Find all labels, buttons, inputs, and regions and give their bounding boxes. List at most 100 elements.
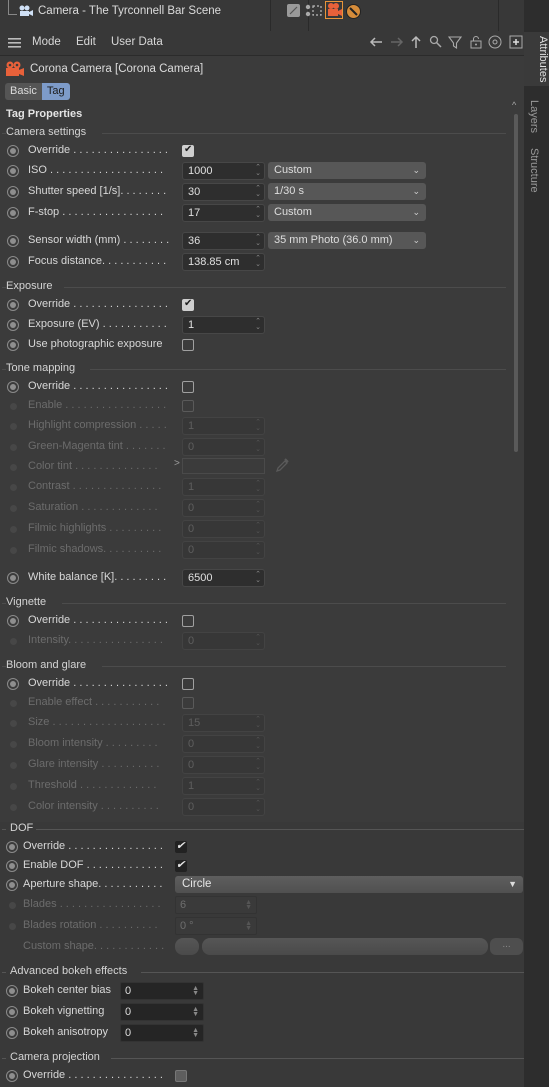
ev-input[interactable]: 1 ⌃ ⌄ — [182, 316, 265, 334]
stepper-icon[interactable]: ⌃ ⌄ — [255, 164, 261, 177]
menu-edit[interactable]: Edit — [76, 36, 96, 48]
stepper-icon[interactable]: ⌃ ⌄ — [255, 255, 261, 268]
object-name: Camera - The Tyrconnell Bar Scene — [38, 5, 222, 17]
animate-icon — [7, 801, 19, 813]
override-checkbox[interactable] — [175, 839, 187, 853]
group-bloom-glare: Bloom and glare — [6, 659, 87, 671]
row-blades: Blades . . . . . . . . . . . . . . . . .… — [0, 896, 520, 914]
custom-shape-field[interactable] — [202, 938, 488, 955]
fstop-input[interactable]: 17 ⌃ ⌄ — [182, 204, 265, 222]
label: F-stop . . . . . . . . . . . . . . . . . — [28, 206, 164, 218]
lock-icon[interactable] — [469, 35, 483, 49]
menu-user-data[interactable]: User Data — [111, 36, 163, 48]
override-checkbox[interactable] — [182, 144, 194, 157]
up-arrow-icon[interactable] — [409, 35, 423, 49]
white-balance-input[interactable]: 6500 ⌃ ⌄ — [182, 569, 265, 587]
stepper-icon[interactable]: ▲ ▼ — [192, 1006, 199, 1018]
animate-icon[interactable] — [7, 165, 19, 177]
hamburger-menu-icon[interactable] — [8, 38, 21, 48]
dropdown-triangle-icon: ▼ — [508, 879, 517, 889]
highlight-input: 1 ⌃ ⌄ — [182, 417, 265, 435]
filter-icon[interactable] — [448, 35, 462, 49]
animate-icon[interactable] — [7, 572, 19, 584]
new-panel-icon[interactable] — [509, 35, 523, 49]
animate-icon[interactable] — [7, 678, 19, 690]
animate-icon[interactable] — [7, 235, 19, 247]
animate-icon[interactable] — [6, 1027, 18, 1039]
animate-icon[interactable] — [6, 1006, 18, 1018]
stepper-icon[interactable]: ⌃ ⌄ — [255, 571, 261, 584]
forward-arrow-icon[interactable] — [390, 35, 404, 49]
tab-basic[interactable]: Basic — [5, 83, 42, 100]
animate-icon[interactable] — [7, 615, 19, 627]
animate-icon[interactable] — [6, 1070, 18, 1082]
custom-shape-toggle[interactable] — [175, 938, 199, 955]
stepper-icon[interactable]: ▲ ▼ — [192, 1027, 199, 1039]
label: Override . . . . . . . . . . . . . . . . — [28, 614, 168, 626]
expand-arrow-icon[interactable]: > — [174, 458, 180, 469]
sensor-input[interactable]: 36 ⌃ ⌄ — [182, 232, 265, 250]
override-checkbox[interactable] — [182, 678, 194, 690]
animate-icon[interactable] — [7, 207, 19, 219]
aperture-shape-select[interactable]: Circle ▼ — [175, 876, 523, 893]
animate-icon[interactable] — [7, 381, 19, 393]
scroll-up-icon[interactable]: ^ — [512, 100, 516, 110]
stepper-icon[interactable]: ⌃ ⌄ — [255, 185, 261, 198]
value: 0 — [188, 441, 195, 453]
row-highlight: Highlight compression . . . . . 1 ⌃ ⌄ — [0, 417, 520, 435]
animate-icon[interactable] — [6, 879, 18, 891]
animate-icon[interactable] — [6, 985, 18, 997]
animate-icon[interactable] — [7, 319, 19, 331]
animate-icon[interactable] — [7, 339, 19, 351]
iso-preset-select[interactable]: Custom ⌄ — [268, 162, 426, 179]
override-checkbox[interactable] — [182, 615, 194, 627]
tab-attributes[interactable]: Attributes — [524, 32, 549, 87]
enable-effect-checkbox — [182, 697, 194, 709]
compositing-tag-icon[interactable] — [346, 4, 361, 19]
stepper-icon[interactable]: ▲ ▼ — [192, 985, 199, 997]
protection-tag-icon[interactable] — [305, 4, 322, 17]
label: Override . . . . . . . . . . . . . . . . — [28, 144, 168, 156]
stepper-icon[interactable]: ⌃ ⌄ — [255, 234, 261, 247]
stepper-icon: ⌃ ⌄ — [255, 737, 261, 750]
threshold-input: 1 ⌃ ⌄ — [182, 777, 265, 795]
stepper-icon[interactable]: ⌃ ⌄ — [255, 206, 261, 219]
animate-icon[interactable] — [7, 256, 19, 268]
search-icon[interactable] — [429, 35, 443, 49]
bokeh-center-input[interactable]: 0 ▲ ▼ — [120, 982, 204, 1000]
shutter-input[interactable]: 30 ⌃ ⌄ — [182, 183, 265, 201]
enable-dof-checkbox[interactable] — [175, 858, 187, 872]
menu-mode[interactable]: Mode — [32, 36, 61, 48]
color-intensity-input: 0 ⌃ ⌄ — [182, 798, 265, 816]
browse-button[interactable]: ... — [490, 938, 523, 955]
object-manager-row[interactable]: Camera - The Tyrconnell Bar Scene — [0, 0, 524, 32]
animate-icon[interactable] — [6, 841, 18, 853]
animate-icon[interactable] — [7, 299, 19, 311]
tab-tag[interactable]: Tag — [41, 83, 70, 100]
display-tag-icon[interactable] — [287, 4, 300, 17]
animate-icon[interactable] — [6, 860, 18, 872]
animate-icon[interactable] — [7, 186, 19, 198]
tab-structure[interactable]: Structure — [528, 148, 540, 193]
override-checkbox[interactable] — [182, 298, 194, 311]
tab-layers[interactable]: Layers — [528, 100, 540, 133]
back-arrow-icon[interactable] — [369, 35, 383, 49]
stepper-icon: ⌃ ⌄ — [255, 522, 261, 535]
shutter-preset-select[interactable]: 1/30 s ⌄ — [268, 183, 426, 200]
stepper-icon[interactable]: ⌃ ⌄ — [255, 318, 261, 331]
bokeh-anisotropy-input[interactable]: 0 ▲ ▼ — [120, 1024, 204, 1042]
label: Enable DOF . . . . . . . . . . . . . — [23, 859, 163, 871]
target-icon[interactable] — [488, 35, 502, 49]
value: Custom — [274, 206, 312, 218]
sensor-preset-select[interactable]: 35 mm Photo (36.0 mm) ⌄ — [268, 232, 426, 249]
iso-input[interactable]: 1000 ⌃ ⌄ — [182, 162, 265, 180]
animate-icon[interactable] — [7, 145, 19, 157]
corona-camera-tag-icon[interactable] — [325, 1, 343, 19]
bokeh-vignetting-input[interactable]: 0 ▲ ▼ — [120, 1003, 204, 1021]
override-checkbox[interactable] — [175, 1070, 187, 1082]
fstop-preset-select[interactable]: Custom ⌄ — [268, 204, 426, 221]
photographic-checkbox[interactable] — [182, 339, 194, 351]
focus-input[interactable]: 138.85 cm ⌃ ⌄ — [182, 253, 265, 271]
override-checkbox[interactable] — [182, 381, 194, 393]
value: 0 — [188, 502, 195, 514]
